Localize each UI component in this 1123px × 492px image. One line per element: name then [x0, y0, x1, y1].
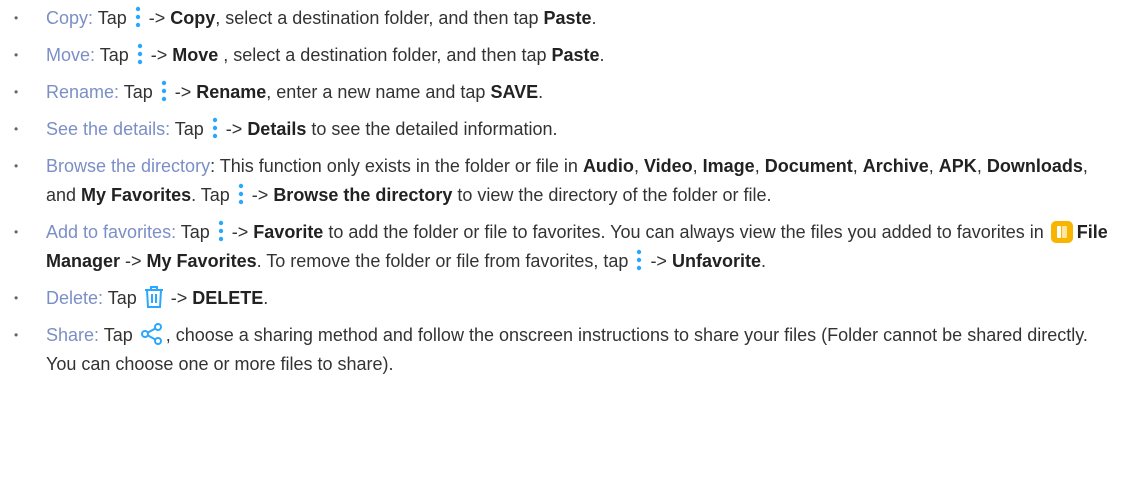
item-text: . Tap — [191, 185, 235, 205]
vertical-dots-icon — [212, 117, 217, 139]
item-label: Rename: — [46, 82, 120, 102]
item-text: . — [760, 251, 766, 271]
item-bold: Move — [172, 45, 219, 65]
bullet: • — [14, 11, 19, 25]
item-text: . — [599, 45, 605, 65]
item-bold: Document — [764, 156, 853, 176]
item-label: Browse the directory — [46, 156, 211, 176]
item-bold: Copy — [170, 8, 216, 28]
list-item-move: • Move: Tap -> Move , select a destinati… — [0, 41, 1123, 70]
bullet: • — [14, 225, 19, 239]
item-bold: Audio — [582, 156, 634, 176]
item-label: Delete: — [46, 288, 104, 308]
item-label: Move: — [46, 45, 96, 65]
item-text: . — [263, 288, 269, 308]
item-bold: Image — [702, 156, 755, 176]
item-label: Share: — [46, 325, 100, 345]
item-text: -> — [220, 119, 248, 139]
item-bold: Paste — [543, 8, 592, 28]
bullet: • — [14, 85, 19, 99]
item-text: Tap — [103, 288, 142, 308]
item-bold: Downloads — [986, 156, 1083, 176]
item-text: Tap — [93, 8, 132, 28]
item-text: , — [692, 156, 703, 176]
item-text: , — [754, 156, 765, 176]
item-text: . — [591, 8, 597, 28]
list-item-rename: • Rename: Tap -> Rename, enter a new nam… — [0, 78, 1123, 107]
bullet: • — [14, 291, 19, 305]
bullet: • — [14, 122, 19, 136]
trash-icon — [144, 286, 163, 308]
item-bold: APK — [938, 156, 977, 176]
item-text: . — [538, 82, 544, 102]
vertical-dots-icon — [161, 80, 166, 102]
list-item-add-favorites: • Add to favorites: Tap -> Favorite to a… — [0, 218, 1123, 276]
instruction-list: • Copy: Tap -> Copy, select a destinatio… — [0, 0, 1123, 379]
item-bold: DELETE — [192, 288, 264, 308]
item-label: Copy: — [46, 8, 94, 28]
list-item-browse-directory: • Browse the directory: This function on… — [0, 152, 1123, 210]
item-text: -> — [645, 251, 672, 271]
item-text: , — [928, 156, 939, 176]
item-text: Tap — [170, 119, 209, 139]
list-item-share: • Share: Tap , choose a sharing method a… — [0, 321, 1123, 379]
item-text: , choose a sharing method and follow the… — [46, 325, 1088, 374]
vertical-dots-icon — [238, 183, 243, 205]
list-item-copy: • Copy: Tap -> Copy, select a destinatio… — [0, 4, 1123, 33]
vertical-dots-icon — [218, 220, 223, 242]
item-text: , enter a new name and tap — [266, 82, 491, 102]
item-text: , — [852, 156, 863, 176]
item-text: Tap — [95, 45, 134, 65]
item-bold: My Favorites — [146, 251, 257, 271]
item-text: . To remove the folder or file from favo… — [256, 251, 634, 271]
item-text: -> — [165, 288, 193, 308]
item-text: -> — [169, 82, 197, 102]
item-text: -> — [145, 45, 173, 65]
item-text: -> — [246, 185, 274, 205]
item-text: , — [976, 156, 987, 176]
bullet: • — [14, 159, 19, 173]
item-text: -> — [143, 8, 171, 28]
vertical-dots-icon — [135, 6, 140, 28]
item-text: to see the detailed information. — [306, 119, 558, 139]
bullet: • — [14, 328, 19, 342]
item-text: : This function only exists in the folde… — [210, 156, 583, 176]
list-item-details: • See the details: Tap -> Details to see… — [0, 115, 1123, 144]
vertical-dots-icon — [137, 43, 142, 65]
file-manager-app-icon — [1050, 221, 1073, 243]
item-text: Tap — [119, 82, 158, 102]
item-text: , select a destination folder, and then … — [215, 8, 544, 28]
item-text: , select a destination folder, and then … — [218, 45, 552, 65]
item-bold: Unfavorite — [671, 251, 761, 271]
item-bold: Rename — [196, 82, 267, 102]
item-bold: Archive — [862, 156, 929, 176]
list-item-delete: • Delete: Tap -> DELETE. — [0, 284, 1123, 313]
item-label: See the details: — [46, 119, 171, 139]
bullet: • — [14, 48, 19, 62]
item-bold: My Favorites — [81, 185, 192, 205]
item-text: Tap — [176, 222, 215, 242]
share-icon — [140, 323, 162, 345]
item-text: to add the folder or file to favorites. … — [323, 222, 1049, 242]
vertical-dots-icon — [637, 249, 642, 271]
item-bold: Video — [643, 156, 693, 176]
item-text: to view the directory of the folder or f… — [452, 185, 772, 205]
item-bold: Paste — [551, 45, 600, 65]
item-text: Tap — [99, 325, 138, 345]
item-bold: Details — [247, 119, 307, 139]
item-text: , — [633, 156, 644, 176]
item-label: Add to favorites: — [46, 222, 177, 242]
item-bold: Favorite — [253, 222, 324, 242]
item-text: -> — [226, 222, 254, 242]
item-bold: Browse the directory — [273, 185, 453, 205]
item-text: -> — [120, 251, 147, 271]
item-bold: SAVE — [490, 82, 539, 102]
